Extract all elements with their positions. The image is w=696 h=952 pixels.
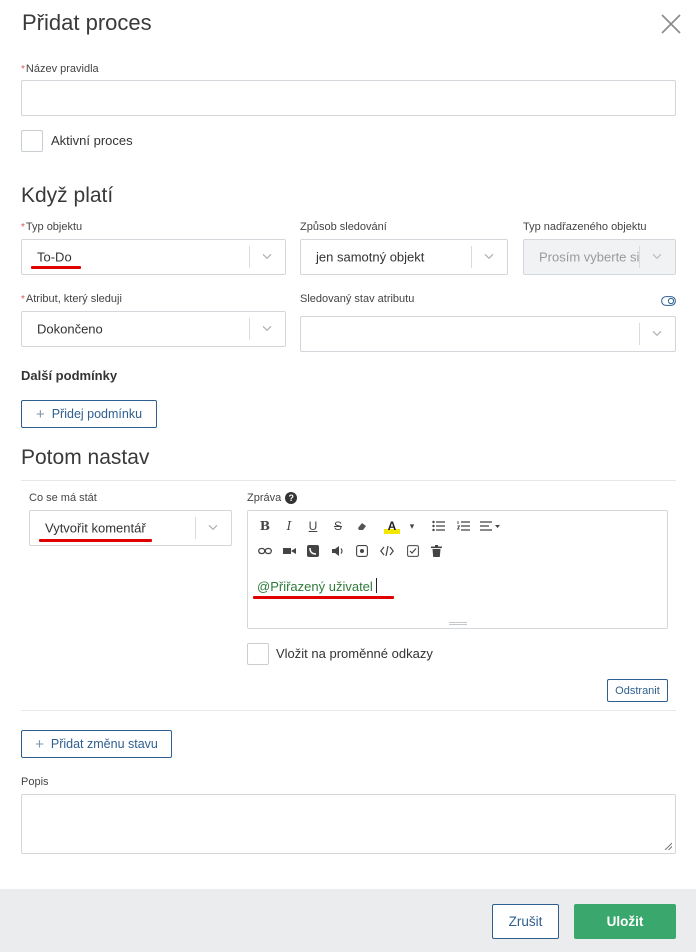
rule-name-label: *Název pravidla xyxy=(21,63,99,75)
attribute-state-label: Sledovaný stav atributu xyxy=(300,293,415,305)
description-label: Popis xyxy=(21,776,49,788)
attribute-label: *Atribut, který sleduji xyxy=(21,293,122,305)
trash-icon[interactable] xyxy=(429,544,443,558)
chevron-down-icon xyxy=(484,253,494,260)
save-button[interactable]: Uložit xyxy=(574,904,676,939)
annotation-underline xyxy=(31,266,81,269)
toggle-icon[interactable] xyxy=(661,293,676,306)
message-label: Zpráva ? xyxy=(247,492,298,504)
code-icon[interactable] xyxy=(380,544,394,558)
link-icon[interactable] xyxy=(258,544,272,558)
resize-grip-icon[interactable] xyxy=(664,842,672,850)
chevron-down-icon xyxy=(208,524,218,531)
align-icon[interactable] xyxy=(480,519,502,533)
cancel-button[interactable]: Zrušit xyxy=(492,904,559,939)
chevron-down-icon xyxy=(262,325,272,332)
rule-name-input[interactable] xyxy=(21,80,676,116)
text-color-icon[interactable]: A xyxy=(384,518,400,534)
dialog-title: Přidat proces xyxy=(22,10,152,35)
active-process-checkbox[interactable] xyxy=(21,130,43,152)
tracking-mode-label: Způsob sledování xyxy=(300,221,387,233)
attribute-select[interactable]: Dokončeno xyxy=(21,311,286,347)
insert-links-checkbox[interactable] xyxy=(247,643,269,665)
add-state-change-button[interactable]: + Přidat změnu stavu xyxy=(21,730,172,758)
when-section-title: Když platí xyxy=(21,184,114,207)
bullet-list-icon[interactable] xyxy=(431,519,445,533)
add-condition-button[interactable]: + Přidej podmínku xyxy=(21,400,157,428)
strikethrough-icon[interactable]: S xyxy=(331,519,345,533)
message-editor[interactable]: B I U S A ▾ @Přiřazený uživatel xyxy=(247,510,668,629)
numbered-list-icon[interactable] xyxy=(456,519,470,533)
attribute-value: Dokončeno xyxy=(37,321,103,337)
plus-icon: + xyxy=(35,405,45,423)
parent-type-label: Typ nadřazeného objektu xyxy=(523,221,647,233)
color-dropdown-icon[interactable]: ▾ xyxy=(405,519,419,533)
checkbox-icon[interactable] xyxy=(406,544,420,558)
object-type-label: *Typ objektu xyxy=(21,221,83,233)
active-process-label: Aktivní proces xyxy=(51,133,133,148)
then-section-title: Potom nastav xyxy=(21,446,150,469)
tracking-mode-select[interactable]: jen samotný objekt xyxy=(300,239,508,275)
more-conditions-title: Další podmínky xyxy=(21,368,118,383)
chevron-down-icon xyxy=(652,330,662,337)
divider xyxy=(21,480,676,481)
tracking-mode-value: jen samotný objekt xyxy=(316,249,425,265)
object-type-select[interactable]: To-Do xyxy=(21,239,286,275)
eraser-icon[interactable] xyxy=(355,519,369,533)
underline-icon[interactable]: U xyxy=(306,519,320,533)
attribute-state-select[interactable] xyxy=(300,316,676,352)
insert-links-label: Vložit na proměnné odkazy xyxy=(276,646,433,661)
close-icon[interactable] xyxy=(660,13,682,35)
italic-icon[interactable]: I xyxy=(282,519,296,533)
help-icon[interactable]: ? xyxy=(285,492,298,504)
annotation-underline xyxy=(39,539,152,542)
object-type-value: To-Do xyxy=(37,249,72,265)
chevron-down-icon xyxy=(262,253,272,260)
resize-handle[interactable] xyxy=(449,622,467,625)
action-label: Co se má stát xyxy=(29,492,97,504)
embed-icon[interactable] xyxy=(355,544,369,558)
action-value: Vytvořit komentář xyxy=(45,520,146,536)
chevron-down-icon xyxy=(652,253,662,260)
plus-icon: + xyxy=(35,735,44,753)
add-condition-label: Přidej podmínku xyxy=(51,407,143,421)
bold-icon[interactable]: B xyxy=(258,519,272,533)
message-content[interactable]: @Přiřazený uživatel xyxy=(257,578,377,594)
annotation-underline xyxy=(253,596,394,599)
parent-type-value: Prosím vyberte si xyxy=(539,249,640,265)
audio-icon[interactable] xyxy=(331,544,345,558)
video-icon[interactable] xyxy=(282,544,296,558)
divider xyxy=(21,710,676,711)
description-textarea[interactable] xyxy=(21,794,676,854)
add-state-change-label: Přidat změnu stavu xyxy=(50,737,158,751)
parent-type-select: Prosím vyberte si xyxy=(523,239,676,275)
phone-icon[interactable] xyxy=(306,544,320,558)
remove-button[interactable]: Odstranit xyxy=(607,679,668,702)
